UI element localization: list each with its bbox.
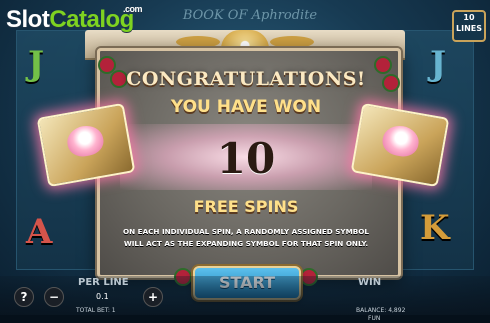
description-line: ON EACH INDIVIDUAL SPIN, A RANDOMLY ASSI… [123,227,369,236]
free-spins-label: FREE SPINS [193,197,299,216]
per-line-value: 0.1 [96,292,109,301]
increase-bet-button[interactable]: + [143,287,163,307]
win-label: WIN [358,277,382,288]
total-bet-text: TOTAL BET: 1 [76,307,116,314]
wing-ornament-right [270,36,314,48]
book-icon-right [350,102,450,188]
watermark-brand-b: Catalog [49,6,134,33]
lines-count: 10 [463,13,475,22]
reel-symbol-a: A [26,212,53,252]
help-button[interactable]: ? [14,287,34,307]
watermark-brand-a: Slot [6,6,50,33]
decrease-bet-button[interactable]: − [44,287,64,307]
lines-label: LINES [456,24,482,33]
currency-text: FUN [368,315,381,322]
watermark-logo: SlotCatalog .com [6,4,143,34]
watermark-tld: .com [123,4,143,14]
dialog-subheading: YOU HAVE WON [170,97,322,117]
dialog-heading: CONGRATULATIONS! [126,68,366,90]
status-strip [0,315,490,323]
balance-text: BALANCE: 4,892 [356,307,406,314]
reel-symbol-j: J [28,44,45,84]
per-line-label: PER LINE [78,277,129,288]
game-screen: J A K J BOOK OF Aphrodite 10 LINES CONGR… [0,0,490,323]
description-line: WILL ACT AS THE EXPANDING SYMBOL FOR THA… [123,239,369,248]
game-logo-title: BOOK OF Aphrodite [182,8,318,23]
lines-badge: 10 LINES [452,10,486,42]
wing-ornament-left [176,36,220,48]
feature-description: ON EACH INDIVIDUAL SPIN, A RANDOMLY ASSI… [110,226,382,250]
free-spins-count: 10 [216,134,276,183]
reel-symbol-k: K [420,208,450,248]
reel-symbol-j: J [430,44,447,84]
